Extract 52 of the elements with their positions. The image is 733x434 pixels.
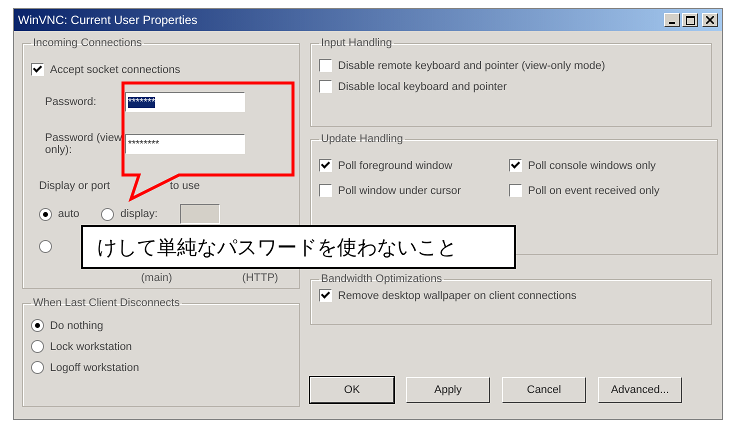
section-label: Display or port: [39, 180, 110, 192]
radio-button[interactable]: [101, 208, 114, 220]
field-label: Password (view only):: [45, 132, 124, 156]
radio-button[interactable]: [31, 319, 44, 332]
radio-label: Logoff workstation: [50, 362, 140, 374]
password-field[interactable]: *******: [125, 92, 245, 112]
checkbox[interactable]: [509, 159, 522, 172]
maximize-icon: [686, 16, 694, 24]
checkbox[interactable]: [319, 59, 332, 72]
section-label: to use: [170, 180, 200, 192]
radio-button[interactable]: [31, 361, 44, 374]
window-title: WinVNC: Current User Properties: [18, 13, 198, 27]
checkbox[interactable]: [31, 63, 44, 76]
checkbox[interactable]: [319, 159, 332, 172]
dialog-button[interactable]: Cancel: [502, 377, 586, 403]
close-button[interactable]: [702, 13, 718, 27]
password-field[interactable]: ********: [125, 134, 245, 154]
field-label: Password:: [45, 96, 98, 108]
radio-label: Lock workstation: [50, 340, 132, 352]
checkbox-label: Disable local keyboard and pointer: [338, 80, 507, 92]
group-title: Bandwidth Optimizations: [320, 273, 444, 285]
port-label: (main): [141, 272, 172, 284]
group-title: Update Handling: [320, 133, 404, 145]
checkbox-label: Accept socket connections: [50, 64, 180, 76]
checkbox-label: Poll foreground window: [338, 160, 452, 172]
radio-button[interactable]: [39, 208, 52, 220]
dialog-button[interactable]: Apply: [406, 377, 490, 403]
radio-button[interactable]: [31, 340, 44, 353]
group-title: When Last Client Disconnects: [32, 297, 181, 309]
checkbox-label: Poll console windows only: [528, 160, 656, 172]
radio-label: display:: [120, 208, 158, 220]
display-field[interactable]: [180, 204, 220, 224]
dialog-button[interactable]: Advanced...: [598, 377, 682, 403]
radio-label: Do nothing: [50, 320, 104, 332]
checkbox-label: Poll window under cursor: [338, 184, 461, 196]
maximize-button[interactable]: [682, 13, 698, 27]
checkbox[interactable]: [509, 184, 522, 197]
checkbox[interactable]: [319, 184, 332, 197]
radio-button[interactable]: [39, 240, 52, 252]
minimize-button[interactable]: [664, 13, 680, 27]
group-title: Input Handling: [320, 37, 393, 49]
port-label: (HTTP): [242, 272, 278, 284]
checkbox-label: Remove desktop wallpaper on client connections: [338, 290, 576, 302]
checkbox[interactable]: [319, 289, 332, 302]
note-text: けして単純なパスワードを使わないこと: [97, 234, 457, 260]
checkbox-label: Disable remote keyboard and pointer (view-only mode): [338, 60, 606, 72]
checkbox[interactable]: [319, 80, 332, 93]
dialog-button[interactable]: OK: [310, 377, 394, 403]
checkbox-label: Poll on event received only: [528, 184, 660, 196]
close-icon: [706, 16, 714, 24]
radio-label: auto: [58, 208, 80, 220]
group-title: Incoming Connections: [32, 37, 143, 49]
